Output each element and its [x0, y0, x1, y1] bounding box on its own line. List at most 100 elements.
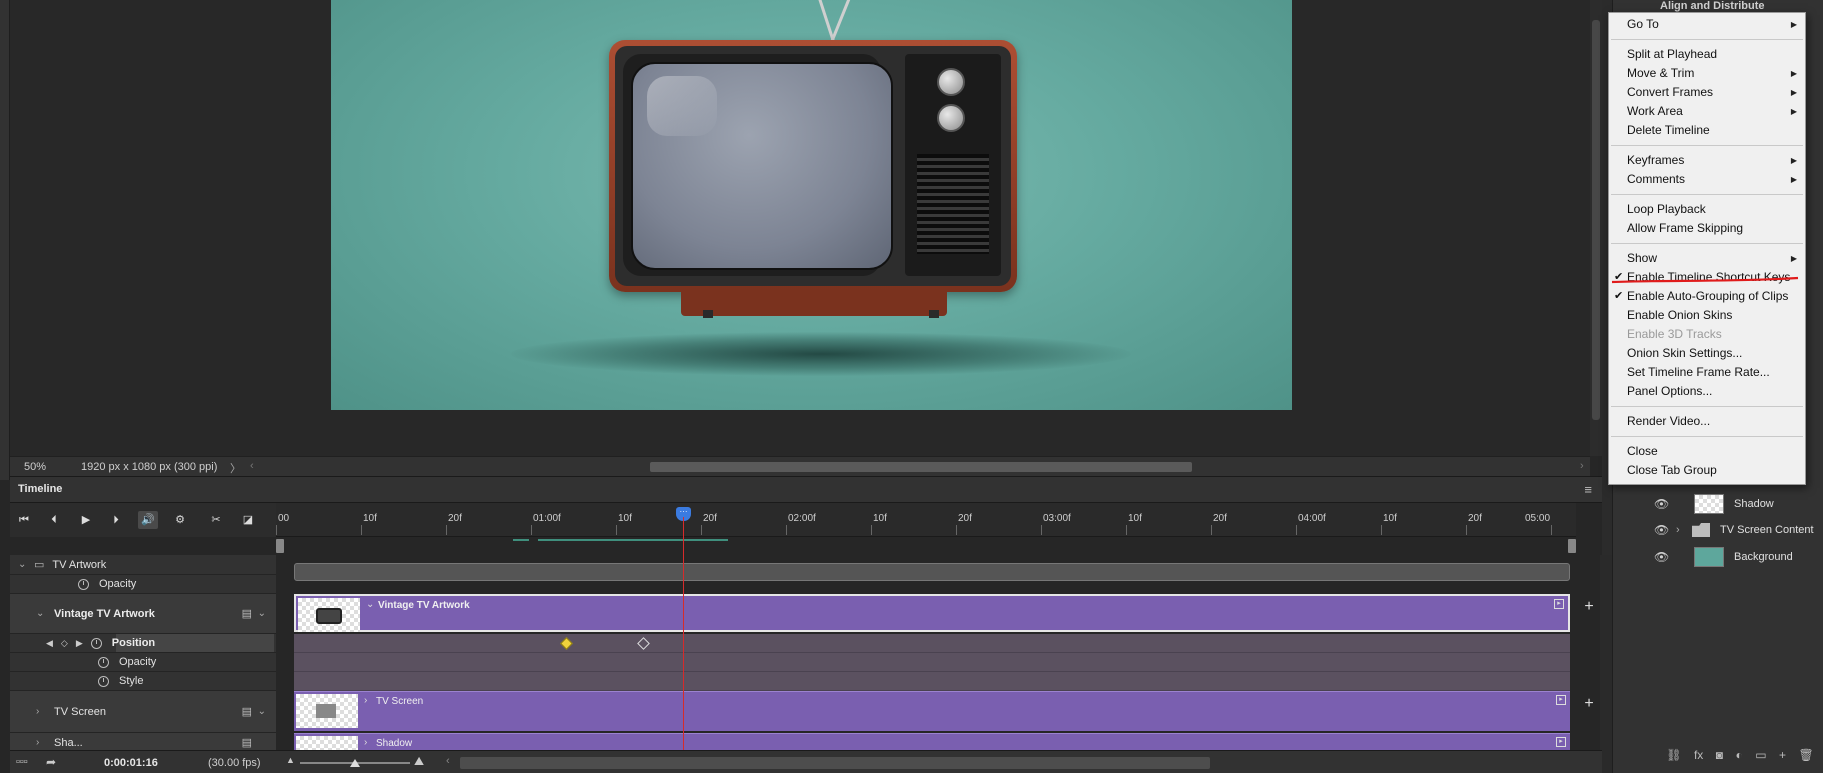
layer-row-background[interactable]: 👁 Background: [1650, 544, 1823, 570]
clip-tv-screen[interactable]: › TV Screen ▸: [294, 691, 1570, 731]
play-icon[interactable]: ▶: [76, 511, 96, 529]
clip-vintage-tv-artwork[interactable]: ⌄ Vintage TV Artwork ▸: [294, 594, 1570, 632]
film-strip-icon[interactable]: ▤: [242, 736, 252, 749]
group-clip-tv-artwork[interactable]: [294, 563, 1570, 581]
tab-timeline[interactable]: Timeline: [18, 483, 62, 495]
keyframe[interactable]: [637, 637, 650, 650]
keyframe-selected[interactable]: [560, 637, 573, 650]
clip-end-icon[interactable]: ▸: [1554, 599, 1564, 609]
next-frame-icon[interactable]: ⏵: [106, 511, 126, 529]
add-media-button[interactable]: +: [1576, 691, 1602, 717]
transition-icon[interactable]: ◪: [238, 511, 258, 529]
convert-to-frame-animation-icon[interactable]: ▫▫▫: [16, 756, 28, 768]
timeline-horizontal-scrollbar[interactable]: [460, 757, 1210, 769]
menu-item-close[interactable]: Close: [1609, 442, 1805, 461]
scroll-left-icon[interactable]: ‹: [250, 460, 254, 472]
previous-frame-icon[interactable]: ⏴: [44, 511, 64, 529]
position-keyframe-lane[interactable]: [294, 634, 1570, 653]
chevron-down-icon[interactable]: ⌄: [36, 608, 48, 619]
menu-item-work-area[interactable]: Work Area ▶: [1609, 102, 1805, 121]
artboard[interactable]: [331, 0, 1292, 410]
fx-icon[interactable]: fx: [1694, 748, 1703, 766]
chevron-right-icon[interactable]: ›: [36, 737, 48, 748]
zoom-in-icon[interactable]: ⛰: [414, 754, 424, 769]
menu-item-go-to[interactable]: Go To ▶: [1609, 15, 1805, 34]
zoom-slider-handle[interactable]: [350, 759, 360, 767]
menu-item-delete-timeline[interactable]: Delete Timeline: [1609, 121, 1805, 140]
stopwatch-icon[interactable]: [78, 578, 89, 590]
eye-icon[interactable]: 👁: [1654, 550, 1670, 564]
new-layer-icon[interactable]: +: [1779, 748, 1786, 766]
film-strip-icon[interactable]: ▤: [242, 705, 252, 718]
previous-keyframe-icon[interactable]: ◀: [46, 638, 53, 649]
canvas-hscroll-thumb[interactable]: [650, 462, 1192, 472]
mask-icon[interactable]: ◙: [1716, 748, 1723, 766]
menu-item-convert-frames[interactable]: Convert Frames ▶: [1609, 83, 1805, 102]
style-keyframe-lane[interactable]: [294, 672, 1570, 691]
work-area-bar[interactable]: [276, 537, 1576, 555]
menu-item-move-trim[interactable]: Move & Trim ▶: [1609, 64, 1805, 83]
chevron-down-icon[interactable]: ⌄: [258, 608, 266, 619]
property-position[interactable]: ◀ ◇ ▶ Position: [10, 634, 276, 653]
canvas-vertical-scrollbar[interactable]: [1590, 0, 1602, 456]
clip-end-icon[interactable]: ▸: [1556, 695, 1566, 705]
track-header-vintage-tv-artwork[interactable]: ⌄ Vintage TV Artwork ▤ ⌄: [10, 594, 276, 634]
chevron-down-icon[interactable]: ⌄: [18, 559, 30, 570]
property-style[interactable]: Style: [10, 672, 276, 691]
status-menu-arrow-icon[interactable]: 〉: [230, 460, 241, 476]
chevron-right-icon[interactable]: ›: [364, 695, 367, 706]
eye-icon[interactable]: 👁: [1654, 497, 1670, 511]
track-header-tv-screen[interactable]: › TV Screen ▤ ⌄: [10, 691, 276, 733]
film-strip-icon[interactable]: ▤: [242, 607, 252, 620]
stopwatch-icon[interactable]: [98, 675, 109, 687]
zoom-level[interactable]: 50%: [24, 461, 46, 473]
time-ruler[interactable]: 00 10f 20f 01:00f 10f 20f 02:00f 10f 20f 03:00f 10…: [276, 503, 1576, 537]
property-opacity[interactable]: Opacity: [10, 653, 276, 672]
go-to-first-frame-icon[interactable]: ⏮: [14, 511, 34, 529]
scroll-right-icon[interactable]: ›: [1580, 460, 1584, 472]
menu-item-enable-auto-grouping-of-clips[interactable]: ✔ Enable Auto-Grouping of Clips: [1609, 287, 1805, 306]
layer-row-tv-screen-content[interactable]: 👁 › TV Screen Content: [1650, 517, 1823, 543]
menu-item-comments[interactable]: Comments ▶: [1609, 170, 1805, 189]
layer-row-shadow[interactable]: 👁 Shadow: [1650, 491, 1823, 517]
render-video-icon[interactable]: ➦: [46, 755, 56, 769]
document-canvas[interactable]: [10, 0, 1590, 456]
scroll-left-icon[interactable]: ‹: [446, 755, 450, 767]
track-header-tv-artwork[interactable]: ⌄ ▭ TV Artwork: [10, 555, 276, 575]
eye-icon[interactable]: 👁: [1654, 523, 1670, 537]
track-area[interactable]: ⌄ Vintage TV Artwork ▸ › TV Screen ▸ › S…: [276, 555, 1576, 773]
chevron-down-icon[interactable]: ⌄: [366, 599, 374, 610]
stopwatch-icon[interactable]: [98, 656, 109, 668]
timeline-vertical-scrollbar[interactable]: [1600, 555, 1612, 773]
clip-end-icon[interactable]: ▸: [1556, 737, 1566, 747]
chevron-right-icon[interactable]: ›: [1676, 524, 1688, 536]
current-timecode[interactable]: 0:00:01:16: [104, 757, 158, 769]
next-keyframe-icon[interactable]: ▶: [76, 638, 83, 649]
panel-menu-icon[interactable]: ≡: [1584, 482, 1592, 497]
canvas-vscroll-thumb[interactable]: [1592, 20, 1600, 420]
menu-item-keyframes[interactable]: Keyframes ▶: [1609, 151, 1805, 170]
chevron-right-icon[interactable]: ›: [36, 706, 48, 717]
menu-item-loop-playback[interactable]: Loop Playback: [1609, 200, 1805, 219]
menu-item-enable-onion-skins[interactable]: Enable Onion Skins: [1609, 306, 1805, 325]
add-keyframe-icon[interactable]: ◇: [61, 638, 68, 649]
add-media-button[interactable]: +: [1576, 594, 1602, 620]
stopwatch-icon[interactable]: [90, 637, 102, 649]
work-area-end-handle[interactable]: [1568, 539, 1576, 553]
menu-item-panel-options[interactable]: Panel Options...: [1609, 382, 1805, 401]
work-area-start-handle[interactable]: [276, 539, 284, 553]
adjustment-icon[interactable]: ◐: [1735, 748, 1742, 766]
chevron-down-icon[interactable]: ⌄: [258, 706, 266, 717]
zoom-out-icon[interactable]: ▲: [286, 755, 295, 765]
menu-item-render-video[interactable]: Render Video...: [1609, 412, 1805, 431]
folder-icon[interactable]: ▭: [1755, 748, 1766, 766]
menu-item-split-at-playhead[interactable]: Split at Playhead: [1609, 45, 1805, 64]
link-icon[interactable]: ⛓: [1666, 748, 1681, 766]
menu-item-onion-skin-settings[interactable]: Onion Skin Settings...: [1609, 344, 1805, 363]
menu-item-set-timeline-frame-rate[interactable]: Set Timeline Frame Rate...: [1609, 363, 1805, 382]
settings-gear-icon[interactable]: ⚙: [170, 511, 190, 529]
split-scissors-icon[interactable]: ✂: [206, 511, 226, 529]
audio-speaker-icon[interactable]: 🔊: [138, 511, 158, 529]
menu-item-allow-frame-skipping[interactable]: Allow Frame Skipping: [1609, 219, 1805, 238]
menu-item-show[interactable]: Show ▶: [1609, 249, 1805, 268]
